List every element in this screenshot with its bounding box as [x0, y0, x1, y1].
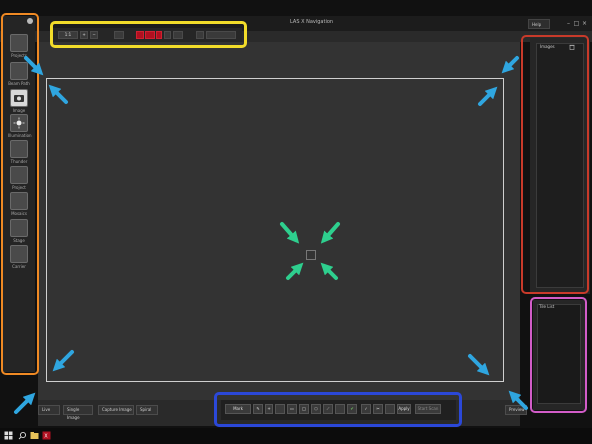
windows-start-icon[interactable] [4, 431, 13, 440]
live-button[interactable]: Live [38, 405, 60, 415]
preview-button[interactable]: Preview [505, 405, 527, 415]
minimize-icon[interactable]: – [565, 20, 572, 27]
folder-icon[interactable] [30, 431, 39, 440]
highlight-tile-panel [530, 297, 587, 413]
svg-text:X: X [44, 434, 48, 440]
las-x-app-icon[interactable]: X [42, 431, 51, 440]
highlight-images-panel [521, 35, 589, 294]
close-icon[interactable]: × [581, 20, 588, 27]
search-icon[interactable] [18, 431, 27, 440]
scan-field-frame [46, 78, 504, 382]
highlight-top-toolbar [50, 21, 247, 48]
window-title: LAS X Navigation [290, 19, 334, 25]
help-button[interactable]: Help [528, 19, 550, 29]
maximize-icon[interactable]: □ [573, 20, 580, 27]
highlight-mark-toolbar [214, 392, 462, 427]
highlight-left-toolbar [1, 13, 39, 375]
capture-image-button[interactable]: Capture Image [98, 405, 134, 415]
os-taskbar [0, 428, 592, 444]
single-image-button[interactable]: Single Image [63, 405, 93, 420]
spiral-button[interactable]: Spiral [136, 405, 158, 415]
center-field-marker [306, 250, 316, 260]
arrow-bottom-left-2 [14, 392, 36, 414]
